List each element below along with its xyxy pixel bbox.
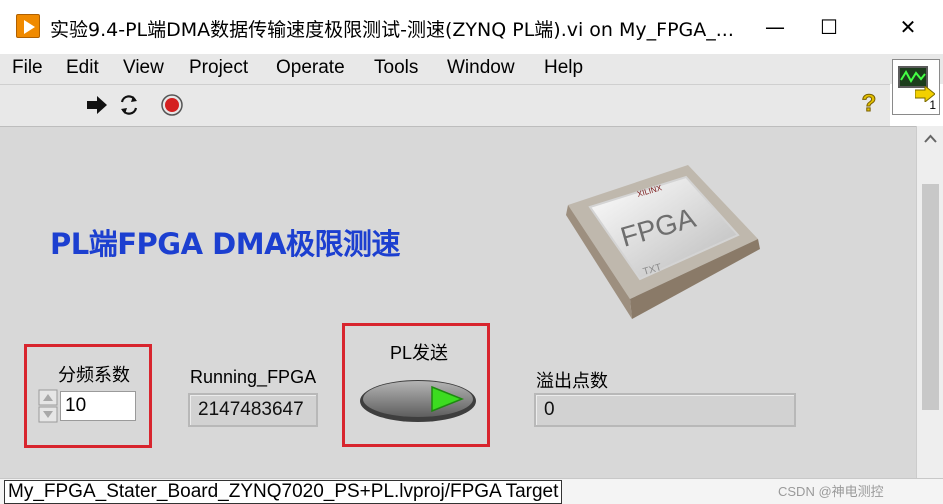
- panel-heading: PL端FPGA DMA极限测速: [50, 227, 401, 261]
- fpga-chip-image: XILINX FPGA TXT: [566, 165, 760, 319]
- menu-project[interactable]: Project: [189, 55, 248, 81]
- menu-help[interactable]: Help: [544, 55, 583, 81]
- vertical-scrollbar[interactable]: [916, 126, 943, 478]
- scroll-up-arrow-icon[interactable]: [924, 134, 937, 143]
- project-target-path[interactable]: My_FPGA_Stater_Board_ZYNQ7020_PS+PL.lvpr…: [4, 480, 563, 504]
- toolbar: [0, 84, 890, 126]
- divider-input[interactable]: 10: [60, 391, 136, 421]
- title-bar[interactable]: 实验9.4-PL端DMA数据传输速度极限测试-测速(ZYNQ PL端).vi o…: [0, 0, 943, 54]
- close-button[interactable]: ✕: [885, 9, 931, 45]
- minimize-button[interactable]: —: [752, 9, 798, 45]
- menu-tools[interactable]: Tools: [374, 55, 418, 81]
- pl-send-button[interactable]: [358, 377, 478, 423]
- abort-icon[interactable]: [161, 94, 183, 116]
- running-fpga-indicator: 2147483647: [188, 393, 318, 427]
- menu-bar: File Edit View Project Operate Tools Win…: [0, 54, 943, 84]
- menu-window[interactable]: Window: [447, 55, 515, 81]
- pl-send-label: PL发送: [390, 343, 449, 363]
- running-fpga-label: Running_FPGA: [190, 367, 317, 387]
- menu-file[interactable]: File: [12, 55, 43, 81]
- watermark: CSDN @神电测控: [778, 484, 884, 499]
- labview-app-icon: [16, 14, 40, 38]
- vi-icon-screen: [898, 66, 928, 88]
- menu-view[interactable]: View: [123, 55, 164, 81]
- status-bar: My_FPGA_Stater_Board_ZYNQ7020_PS+PL.lvpr…: [0, 478, 943, 504]
- divider-label: 分频系数: [58, 365, 130, 385]
- run-arrow-icon[interactable]: [86, 94, 108, 116]
- menu-edit[interactable]: Edit: [66, 55, 99, 81]
- menu-operate[interactable]: Operate: [276, 55, 345, 81]
- window-title: 实验9.4-PL端DMA数据传输速度极限测试-测速(ZYNQ PL端).vi o…: [50, 19, 734, 41]
- increment-decrement-arrows[interactable]: [38, 389, 58, 423]
- overflow-indicator: 0: [534, 393, 796, 427]
- overflow-label: 溢出点数: [536, 371, 608, 391]
- vi-icon-number: 1: [929, 98, 936, 112]
- front-panel: PL端FPGA DMA极限测速 XILINX FPGA TXT 分频系数 10 …: [0, 126, 916, 478]
- maximize-button[interactable]: ☐: [806, 9, 852, 45]
- run-continuously-icon[interactable]: [118, 94, 140, 116]
- divider-control: 10: [38, 389, 138, 423]
- scrollbar-thumb[interactable]: [922, 184, 939, 410]
- vi-icon[interactable]: 1: [892, 59, 940, 115]
- context-help-icon[interactable]: ?: [858, 90, 880, 118]
